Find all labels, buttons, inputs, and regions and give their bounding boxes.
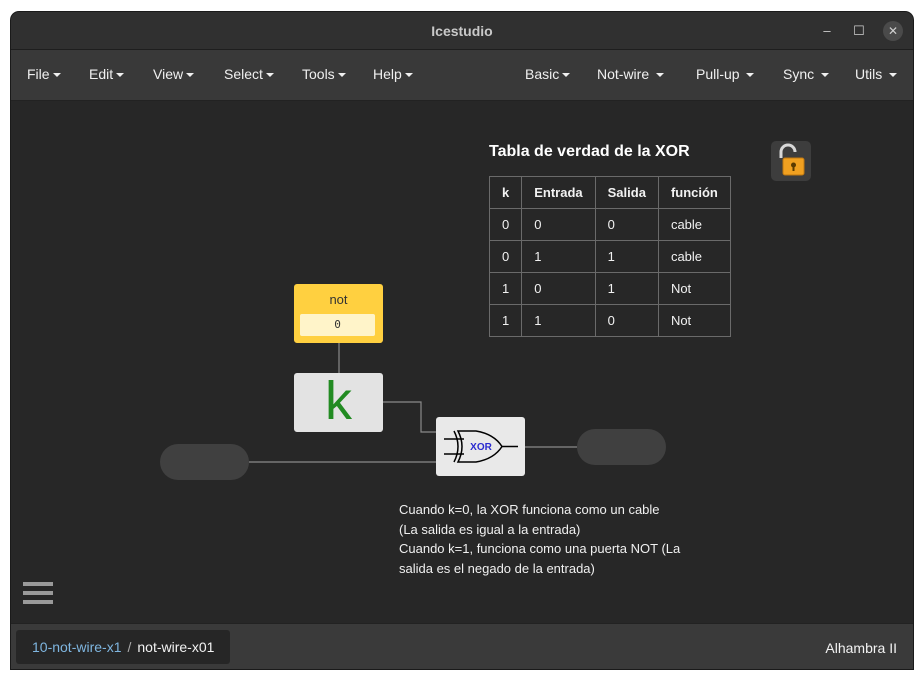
input-port[interactable] [160, 444, 249, 480]
svg-text:XOR: XOR [470, 442, 492, 453]
xor-gate-icon: XOR [444, 430, 518, 463]
table-cell: 0 [488, 240, 523, 273]
chevron-down-icon [404, 73, 413, 78]
design-canvas[interactable]: Tabla de verdad de la XOR k Entrada Sali… [11, 101, 913, 623]
table-header-row: k Entrada Salida función [488, 176, 731, 209]
breadcrumb-parent-link[interactable]: 10-not-wire-x1 [32, 639, 121, 655]
table-title: Tabla de verdad de la XOR [489, 143, 690, 160]
wire-k-to-xor [383, 401, 436, 433]
table-cell: Not [657, 272, 731, 305]
table-cell: 1 [521, 304, 596, 337]
table-cell: 0 [594, 304, 659, 337]
lock-toggle-button[interactable] [771, 141, 811, 181]
constant-value-input[interactable]: 0 [300, 314, 375, 336]
chevron-down-icon [889, 73, 898, 78]
xor-gate-block[interactable]: XOR [436, 417, 525, 476]
truth-table: k Entrada Salida función 0 0 0 cable 0 1… [488, 176, 731, 337]
table-row: 1 0 1 Not [488, 272, 731, 305]
menu-pull-up[interactable]: Pull-up [696, 66, 755, 82]
output-port[interactable] [577, 429, 666, 465]
menu-sync[interactable]: Sync [783, 66, 830, 82]
table-cell: 1 [488, 272, 523, 305]
menu-edit[interactable]: Edit [89, 66, 125, 82]
breadcrumb-separator: / [127, 639, 132, 655]
table-row: 1 1 0 Not [488, 304, 731, 337]
table-cell: 0 [521, 272, 596, 305]
menu-basic[interactable]: Basic [525, 66, 571, 82]
table-cell: 0 [488, 208, 523, 241]
description-note: Cuando k=0, la XOR funciona como un cabl… [399, 502, 681, 576]
unlock-icon [779, 143, 805, 176]
chevron-down-icon [265, 73, 274, 78]
menu-not-wire[interactable]: Not-wire [597, 66, 665, 82]
table-cell: cable [657, 208, 731, 241]
chevron-down-icon [656, 73, 665, 78]
window-title: Icestudio [431, 23, 493, 39]
column-header: Salida [594, 176, 659, 209]
k-block[interactable]: k [294, 373, 383, 432]
table-row: 0 0 0 cable [488, 208, 731, 241]
chevron-down-icon [52, 73, 61, 78]
title-bar: Icestudio – ☐ ✕ [11, 12, 913, 50]
constant-block-label: not [329, 292, 348, 307]
column-header: k [488, 176, 523, 209]
constant-block-not[interactable]: not 0 [294, 284, 383, 343]
hamburger-menu-icon[interactable] [23, 582, 53, 608]
chevron-down-icon [562, 73, 571, 78]
menu-view[interactable]: View [153, 66, 195, 82]
chevron-down-icon [337, 73, 346, 78]
status-bar: 10-not-wire-x1 / not-wire-x01 Alhambra II [11, 623, 913, 669]
menu-tools[interactable]: Tools [302, 66, 346, 82]
minimize-icon[interactable]: – [817, 21, 837, 41]
table-cell: 1 [521, 240, 596, 273]
close-icon[interactable]: ✕ [883, 21, 903, 41]
chevron-down-icon [821, 73, 830, 78]
table-cell: 1 [594, 240, 659, 273]
table-cell: 1 [488, 304, 523, 337]
chevron-down-icon [186, 73, 195, 78]
menu-bar: File Edit View Select Tools Help Basic N… [11, 50, 913, 101]
board-selector[interactable]: Alhambra II [825, 640, 897, 656]
table-cell: Not [657, 304, 731, 337]
menu-select[interactable]: Select [224, 66, 274, 82]
table-cell: cable [657, 240, 731, 273]
column-header: función [657, 176, 731, 209]
column-header: Entrada [521, 176, 596, 209]
menu-help[interactable]: Help [373, 66, 413, 82]
table-cell: 0 [521, 208, 596, 241]
table-cell: 1 [594, 272, 659, 305]
menu-file[interactable]: File [27, 66, 61, 82]
menu-utils[interactable]: Utils [855, 66, 898, 82]
table-row: 0 1 1 cable [488, 240, 731, 273]
breadcrumb-current: not-wire-x01 [137, 639, 215, 655]
chevron-down-icon [116, 73, 125, 78]
maximize-icon[interactable]: ☐ [849, 21, 869, 41]
app-window: Icestudio – ☐ ✕ File Edit View Select To… [11, 12, 913, 669]
table-cell: 0 [594, 208, 659, 241]
chevron-down-icon [746, 73, 755, 78]
breadcrumb: 10-not-wire-x1 / not-wire-x01 [16, 630, 231, 664]
